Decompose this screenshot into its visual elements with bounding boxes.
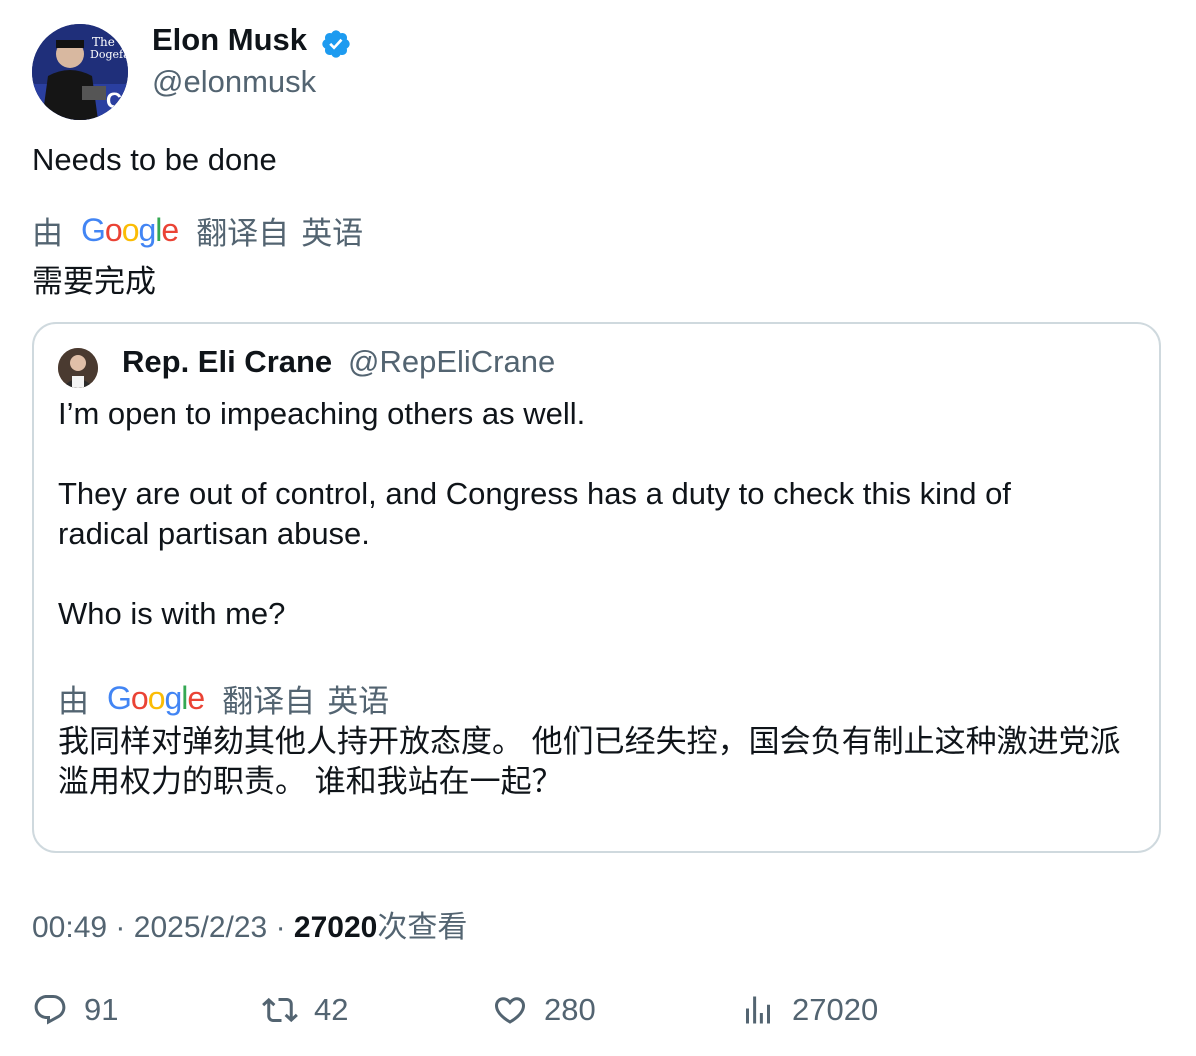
svg-text:C: C: [106, 88, 122, 113]
views-count: 27020: [792, 992, 879, 1027]
quoted-author-handle[interactable]: @RepEliCrane: [348, 344, 555, 380]
avatar-photo: The Dogefa C: [32, 24, 128, 120]
svg-text:The: The: [92, 35, 115, 49]
quoted-text-line: They are out of control, and Congress ha…: [58, 476, 1011, 511]
analytics-icon: [746, 996, 770, 1024]
reply-icon: [34, 995, 66, 1025]
reply-button[interactable]: 91: [32, 990, 118, 1030]
author-name[interactable]: Elon Musk: [152, 22, 307, 58]
translation-by-label: 由: [58, 684, 89, 719]
translation-by-label: 由: [32, 216, 63, 251]
views-button[interactable]: 27020: [740, 990, 878, 1030]
quoted-text-line: I’m open to impeaching others as well.: [58, 396, 586, 431]
translated-from-label: 翻译自: [222, 684, 316, 719]
tweet-date[interactable]: 2025/2/23: [134, 911, 267, 944]
quoted-text-line: Who is with me?: [58, 596, 286, 631]
like-count: 280: [544, 992, 596, 1027]
retweet-count: 42: [314, 992, 349, 1027]
quoted-translated-text: 我同样对弹劾其他人持开放态度。 他们已经失控，国会负有制止这种激进党派滥用权力的…: [58, 724, 1121, 799]
like-button[interactable]: 280: [492, 990, 596, 1030]
quoted-text-line: radical partisan abuse.: [58, 516, 370, 551]
translation-attribution: 由 Google 翻译自 英语: [32, 208, 363, 253]
tweet-translated-text: 需要完成: [32, 264, 156, 299]
tweet-meta: 00:49 · 2025/2/23 · 27020次查看: [32, 902, 467, 946]
author-handle[interactable]: @elonmusk: [152, 64, 316, 100]
retweet-icon: [262, 997, 298, 1023]
view-count-label: 次查看: [377, 911, 468, 944]
reply-count: 91: [84, 992, 119, 1027]
quoted-author-avatar[interactable]: [58, 348, 98, 388]
quoted-avatar-photo: [58, 348, 98, 388]
svg-text:Dogefa: Dogefa: [90, 48, 128, 61]
quoted-author-name[interactable]: Rep. Eli Crane: [122, 344, 332, 380]
google-logo: Google: [81, 212, 179, 248]
meta-separator: ·: [275, 911, 286, 944]
tweet-text: Needs to be done: [32, 142, 277, 177]
heart-icon: [494, 997, 526, 1024]
tweet-time[interactable]: 00:49: [32, 911, 107, 944]
google-logo: Google: [107, 680, 205, 716]
source-language: 英语: [301, 216, 364, 251]
verified-badge-icon: [322, 30, 350, 58]
retweet-button[interactable]: 42: [262, 990, 348, 1030]
view-count: 27020: [293, 911, 378, 944]
translated-from-label: 翻译自: [196, 216, 290, 251]
meta-separator: ·: [115, 911, 126, 944]
source-language: 英语: [327, 684, 390, 719]
quoted-translation-attribution: 由 Google 翻译自 英语: [58, 676, 389, 721]
author-avatar[interactable]: The Dogefa C: [32, 24, 128, 120]
